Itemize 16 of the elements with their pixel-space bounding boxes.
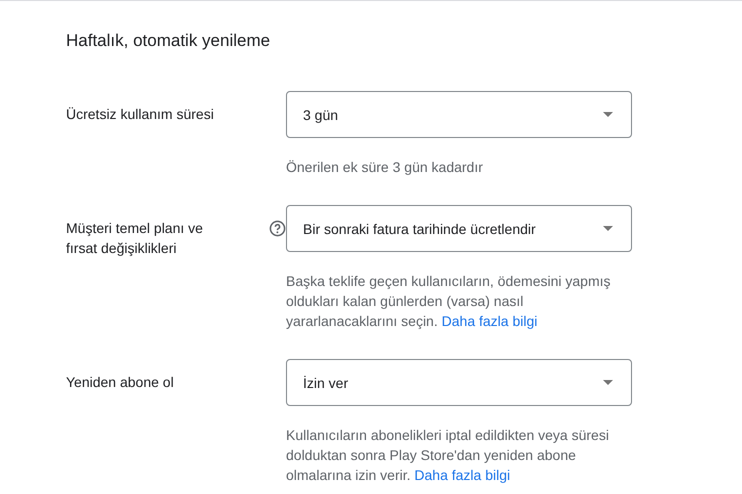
- dropdown-field[interactable]: İzin ver: [286, 359, 632, 406]
- help-icon[interactable]: [269, 220, 286, 237]
- caret-icon: [603, 226, 613, 231]
- field-label: Yeniden abone ol: [66, 373, 175, 392]
- learn-more-link[interactable]: Daha fazla bilgi: [442, 313, 538, 329]
- dropdown-field[interactable]: 3 gün: [286, 91, 632, 138]
- field-label: Müşteri temel planı ve fırsat değişiklikleri: [66, 219, 204, 258]
- hint-text: Önerilen ek süre 3 gün kadardır: [286, 158, 484, 177]
- learn-more-link[interactable]: Daha fazla bilgi: [414, 467, 510, 483]
- dropdown-field[interactable]: Bir sonraki fatura tarihinde ücretlendir: [286, 205, 632, 252]
- field-label: Ücretsiz kullanım süresi: [66, 105, 215, 124]
- hint-text: Başka teklife geçen kullanıcıların, ödemesini yapmış oldukları kalan günlerden (varsa) nasıl yararlanacaklarını seçin. Daha fazla bilgi: [286, 272, 612, 331]
- hint-text: Kullanıcıların abonelikleri iptal edildikten veya süresi dolduktan sonra Play Store'dan yeniden abone olmalarına izin verir. Daha fazla bilgi: [286, 426, 610, 485]
- caret-icon: [603, 112, 613, 117]
- caret-icon: [603, 380, 613, 385]
- section-heading: Haftalık, otomatik yenileme: [66, 30, 272, 52]
